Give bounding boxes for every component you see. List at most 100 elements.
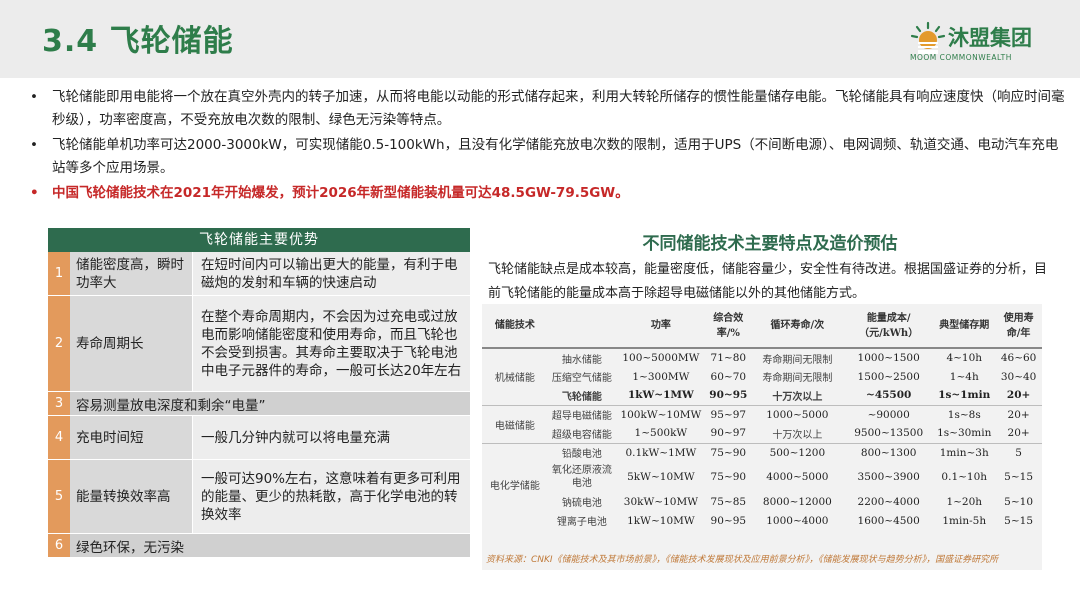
power-cell: 30kW~10MW [623, 495, 698, 508]
power-cell: 1~300MW [632, 370, 690, 383]
header-bar: 3.4 飞轮储能 沐盟集团 MOOM COMMONWEALTH [0, 0, 1080, 78]
row-number: 4 [48, 416, 70, 459]
table-row: 超级电容储能 1~500kW 90~97 十万次以上 9500~13500 1s… [482, 424, 1042, 443]
life-cell: 20+ [995, 404, 1042, 424]
header-cell: 使用寿命/年 [995, 304, 1042, 349]
cost-cell: 1500~2500 [857, 370, 920, 383]
period-cell: 1s~30min [937, 427, 992, 440]
period-cell: 1s~8s [933, 404, 996, 424]
tech-cell: 锂离子电池 [556, 517, 607, 528]
power-cell: 1~500kW [634, 427, 688, 440]
period-cell: 1min-5h [942, 514, 987, 527]
bullet-item-highlight: • 中国飞轮储能技术在2021年开始爆发，预计2026年新型储能装机量可达48.… [28, 182, 1068, 205]
power-cell: 100kW~10MW [615, 404, 706, 424]
header-cell: 典型储存期 [933, 304, 996, 349]
advantage-row: 6 绿色环保，无污染 [48, 534, 470, 558]
header-cell: 功率 [615, 304, 706, 349]
life-cell: 5~15 [1004, 471, 1034, 483]
cycle-cell: 4000~5000 [766, 471, 829, 483]
advantage-name: 绿色环保，无污染 [70, 534, 470, 557]
tech-cell: 铅酸电池 [547, 442, 616, 462]
cost-cell: 1600~4500 [857, 514, 920, 527]
page-title: 3.4 飞轮储能 [42, 24, 234, 59]
advantage-name: 容易测量放电深度和剩余“电量” [70, 392, 470, 415]
bullet-item: • 飞轮储能单机功率可达2000-3000kW，可实现储能0.5-100kWh，… [28, 134, 1068, 180]
advantage-name: 充电时间短 [70, 416, 192, 459]
life-cell: 30~40 [1000, 370, 1037, 383]
cost-cell: 9500~13500 [854, 427, 924, 440]
cycle-cell: 8000~12000 [762, 495, 832, 508]
bullet-list: • 飞轮储能即用电能将一个放在真空外壳内的转子加速，从而将电能以动能的形式储存起… [28, 86, 1068, 207]
comparison-note: 飞轮储能缺点是成本较高，能量密度低，储能容量少，安全性有待改进。根据国盛证券的分… [488, 262, 1048, 301]
cycle-cell: 寿命期间无限制 [762, 354, 833, 366]
header-cell: 储能技术 [482, 304, 548, 349]
table-row: 压缩空气储能 1~300MW 60~70 寿命期间无限制 1500~2500 1… [482, 367, 1042, 386]
table-row: 电磁储能 超导电磁储能 100kW~10MW 95~97 1000~5000 ~… [482, 404, 1042, 443]
life-cell: 46~60 [1000, 352, 1037, 364]
comparison-table: 储能技术 功率 综合效率/% 循环寿命/次 能量成本/（元/kWh） 典型储存期… [482, 304, 1042, 570]
comparison-title: 不同储能技术主要特点及造价预估 [642, 234, 898, 254]
efficiency-cell: 60~70 [710, 370, 747, 383]
advantage-desc: 一般可达90%左右，这意味着有更多可利用的能量、更少的热耗散，高于化学电池的转换… [192, 460, 470, 533]
cycle-cell: 寿命期间无限制 [762, 373, 833, 384]
bullet-dot: • [30, 137, 38, 153]
cost-cell: ~90000 [844, 404, 934, 424]
bullet-item: • 飞轮储能即用电能将一个放在真空外壳内的转子加速，从而将电能以动能的形式储存起… [28, 86, 1068, 132]
power-cell: 0.1kW~1MW [615, 442, 706, 462]
logo-subtitle: MOOM COMMONWEALTH [910, 53, 1012, 62]
advantage-desc: 在整个寿命周期内，不会因为过充电或过放电而影响储能密度和使用寿命，而且飞轮也不会… [192, 296, 470, 391]
advantage-name: 能量转换效率高 [70, 460, 192, 533]
period-cell: 1s~1min [938, 389, 991, 402]
tech-cell: 超级电容储能 [551, 429, 612, 441]
cost-cell: ~45500 [866, 389, 912, 402]
sun-logo-icon [910, 21, 946, 54]
life-cell: 20+ [1006, 389, 1031, 402]
cost-cell: 1000~1500 [857, 352, 920, 364]
bullet-text: 飞轮储能单机功率可达2000-3000kW，可实现储能0.5-100kWh，且没… [52, 137, 1059, 176]
efficiency-cell: 75~90 [705, 442, 751, 462]
advantages-title: 飞轮储能主要优势 [48, 228, 470, 252]
period-cell: 0.1~10h [941, 471, 988, 483]
source-note: 资料来源：CNKI《储能技术及其市场前景》，《储能技术发展现状及应用前景分析》，… [486, 555, 999, 565]
row-number: 5 [48, 460, 70, 533]
category-cell: 电化学储能 [482, 442, 548, 530]
header-cell [547, 304, 616, 349]
life-cell: 5~15 [1004, 514, 1034, 527]
period-cell: 1~20h [946, 495, 983, 508]
header-cell: 能量成本/（元/kWh） [844, 304, 934, 349]
tech-cell: 钠硫电池 [561, 498, 602, 509]
row-number: 2 [48, 296, 70, 391]
efficiency-cell: 90~95 [710, 514, 747, 527]
advantage-name: 储能密度高，瞬时功率大 [70, 252, 192, 295]
bullet-dot: • [30, 185, 39, 201]
row-number: 1 [48, 252, 70, 295]
advantage-row: 1 储能密度高，瞬时功率大 在短时间内可以输出更大的能量，有利于电磁炮的发射和车… [48, 252, 470, 296]
cost-cell: 3500~3900 [857, 471, 920, 483]
bullet-dot: • [30, 89, 38, 105]
tech-cell: 飞轮储能 [561, 391, 602, 403]
advantage-row: 3 容易测量放电深度和剩余“电量” [48, 392, 470, 416]
efficiency-cell: 90~95 [709, 389, 748, 402]
advantage-name: 寿命周期长 [70, 296, 192, 391]
advantage-row: 5 能量转换效率高 一般可达90%左右，这意味着有更多可利用的能量、更少的热耗散… [48, 460, 470, 534]
tech-cell: 抽水储能 [561, 354, 602, 366]
period-cell: 1min~3h [933, 442, 996, 462]
table-header-row: 储能技术 功率 综合效率/% 循环寿命/次 能量成本/（元/kWh） 典型储存期… [482, 304, 1042, 349]
life-cell: 5~10 [1004, 495, 1034, 508]
table-row: 钠硫电池 30kW~10MW 75~85 8000~12000 2200~400… [482, 492, 1042, 511]
power-cell: 1kW~10MW [627, 514, 695, 527]
life-cell: 5 [995, 442, 1042, 462]
period-cell: 1~4h [949, 370, 979, 383]
brand-logo: 沐盟集团 MOOM COMMONWEALTH [910, 20, 1060, 68]
efficiency-cell: 75~85 [710, 495, 747, 508]
efficiency-cell: 90~97 [710, 427, 747, 440]
advantage-desc: 在短时间内可以输出更大的能量，有利于电磁炮的发射和车辆的快速启动 [192, 252, 470, 295]
cost-cell: 2200~4000 [857, 495, 920, 508]
category-cell: 电磁储能 [482, 404, 548, 443]
cycle-cell: 1000~5000 [750, 404, 845, 424]
row-number: 6 [48, 534, 70, 557]
tech-cell: 超导电磁储能 [547, 404, 616, 424]
cycle-cell: 十万次以上 [772, 391, 823, 403]
logo-name: 沐盟集团 [948, 26, 1032, 50]
header-cell: 循环寿命/次 [750, 304, 845, 349]
